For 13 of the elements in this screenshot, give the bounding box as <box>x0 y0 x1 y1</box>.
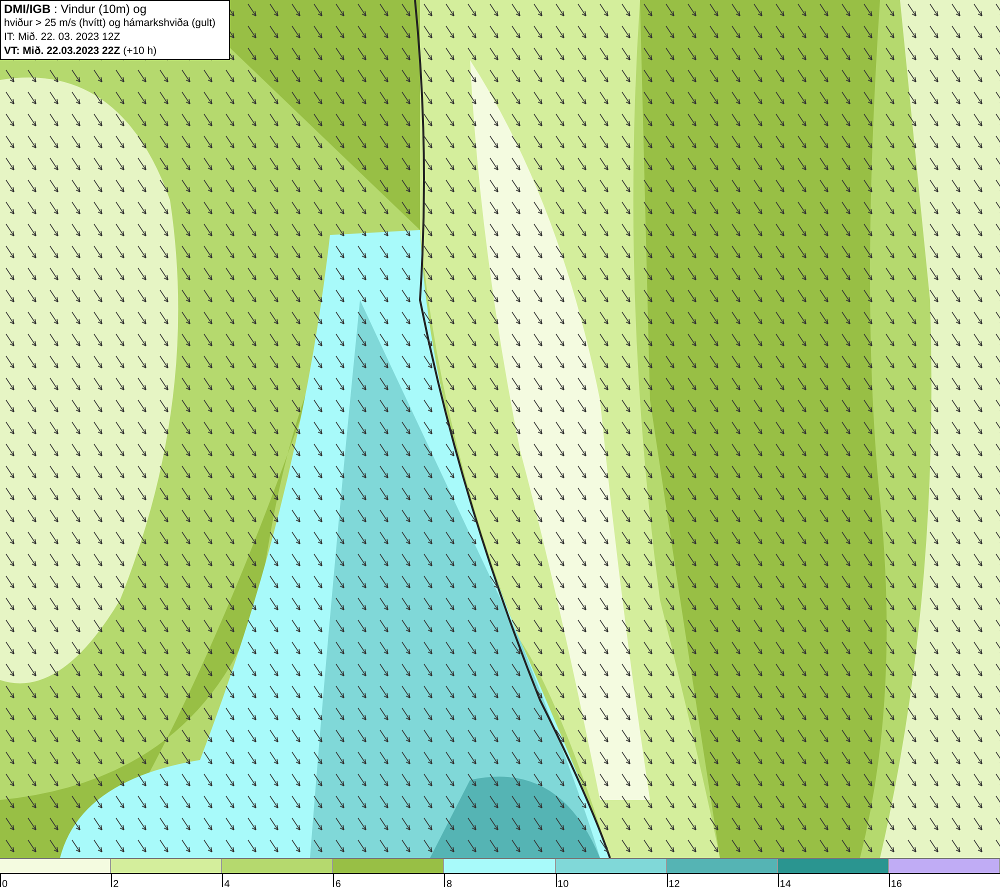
tick-label: 2 <box>112 879 119 887</box>
tick-label: 0 <box>1 879 8 887</box>
legend-text: DMI/IGB : Vindur (10m) og <box>4 2 148 16</box>
legend-text: IT: Mið. 22. 03. 2023 12Z <box>4 30 122 44</box>
tick-label: 16 <box>890 879 902 887</box>
tick-label: 4 <box>223 879 230 887</box>
legend-text: VT: Mið. 22.03.2023 22Z (+10 h) <box>4 44 158 58</box>
tick-label: 12 <box>668 879 680 887</box>
tick-label: 8 <box>445 879 452 887</box>
legend-text: hviður > 25 m/s (hvítt) og hámarkshviða (gult) <box>4 16 217 30</box>
tick-label: 14 <box>778 879 791 887</box>
tick-label: 10 <box>556 879 569 887</box>
tick-label: 6 <box>334 879 341 887</box>
